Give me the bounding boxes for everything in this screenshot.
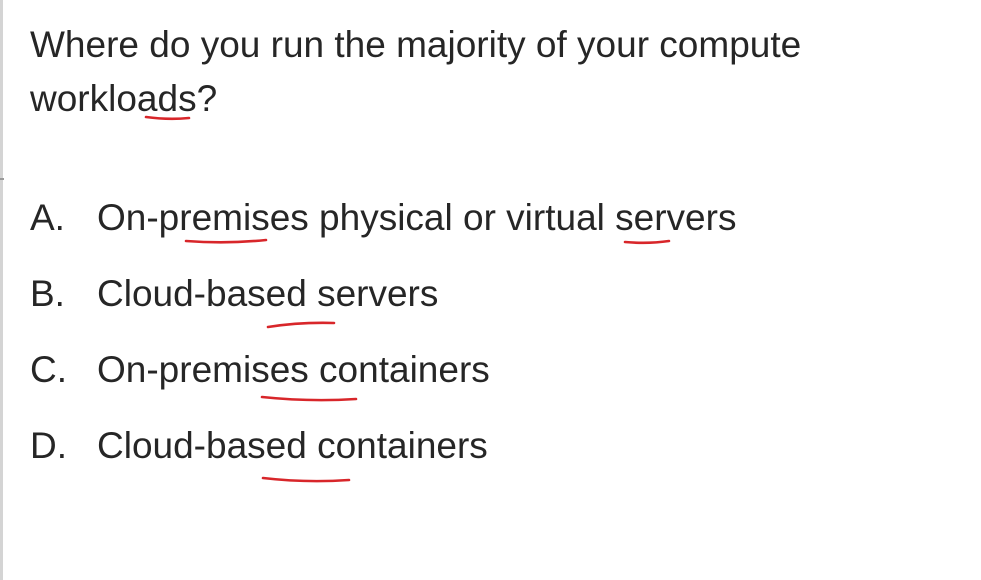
option-d[interactable]: D. Cloud-based containers	[30, 421, 736, 497]
option-d-letter: D.	[30, 425, 67, 466]
option-b[interactable]: B. Cloud-based servers	[30, 269, 736, 345]
option-c-letter: C.	[30, 349, 67, 390]
option-c[interactable]: C. On-premises containers	[30, 345, 736, 421]
option-a[interactable]: A. On-premises physical or virtual serve…	[30, 193, 736, 269]
option-c-text: On-premises containers	[97, 349, 490, 390]
question-text: Where do you run the majority of your co…	[30, 24, 802, 119]
option-a-text: On-premises physical or virtual servers	[97, 197, 737, 238]
option-d-text: Cloud-based containers	[97, 425, 488, 466]
slide-left-border-mark	[0, 178, 4, 180]
slide-left-border	[0, 0, 3, 580]
answer-options-list: A. On-premises physical or virtual serve…	[30, 193, 736, 497]
option-b-letter: B.	[30, 273, 65, 314]
option-b-text: Cloud-based servers	[97, 273, 439, 314]
option-a-letter: A.	[30, 197, 65, 238]
slide: Where do you run the majority of your co…	[0, 0, 981, 580]
